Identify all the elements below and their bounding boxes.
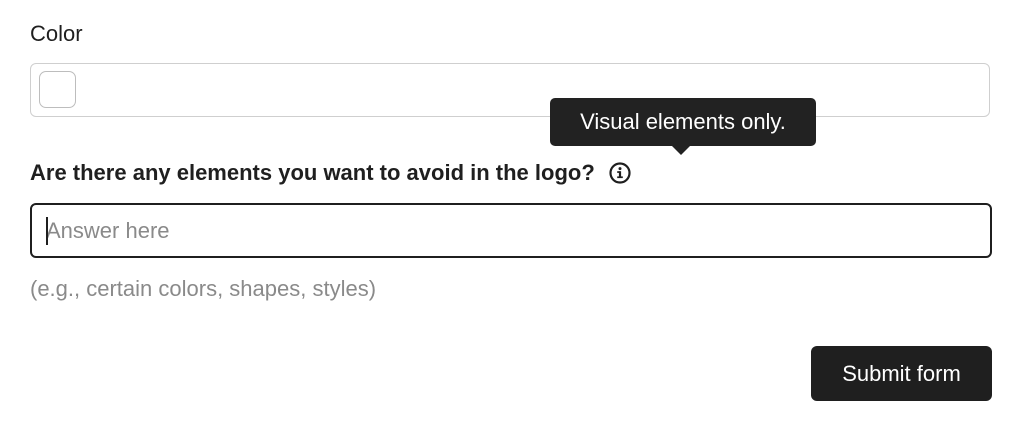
color-field-label: Color: [30, 21, 83, 46]
color-picker-field[interactable]: [30, 63, 990, 117]
avoid-elements-label-row: Are there any elements you want to avoid…: [30, 160, 631, 186]
submit-form-button[interactable]: Submit form: [811, 346, 992, 401]
color-swatch[interactable]: [39, 71, 76, 108]
text-caret: [46, 217, 48, 245]
avoid-elements-hint: (e.g., certain colors, shapes, styles): [30, 276, 377, 301]
avoid-elements-input[interactable]: [30, 203, 992, 258]
tooltip-arrow: [672, 146, 690, 155]
info-icon[interactable]: [609, 162, 631, 184]
avoid-elements-label: Are there any elements you want to avoid…: [30, 160, 595, 185]
info-tooltip: Visual elements only.: [550, 98, 816, 146]
